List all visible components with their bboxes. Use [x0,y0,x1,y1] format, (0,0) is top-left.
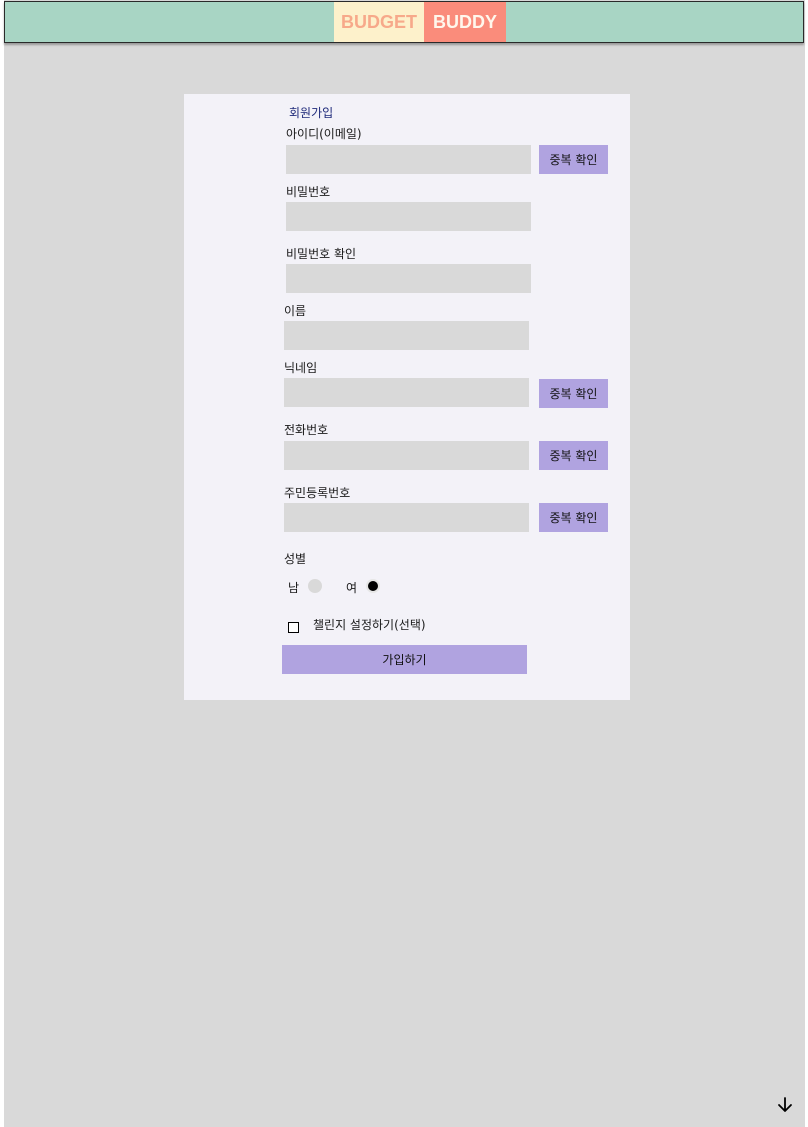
arrow-down-icon[interactable] [775,1095,795,1115]
signup-submit-button[interactable]: 가입하기 [282,645,527,674]
resident-number-label: 주민등록번호 [284,486,351,500]
nickname-input[interactable] [284,378,529,407]
logo-budget[interactable]: BUDGET [334,2,424,42]
id-input[interactable] [286,145,531,174]
form-title: 회원가입 [289,106,334,120]
name-input[interactable] [284,321,529,350]
phone-dup-check-button[interactable]: 중복 확인 [539,441,608,470]
gender-male-label: 남 [288,581,300,595]
password-label: 비밀번호 [286,185,331,199]
gender-female-radio[interactable] [366,579,380,593]
phone-label: 전화번호 [284,423,329,437]
app-header: BUDGET BUDDY [4,1,804,43]
nickname-label: 닉네임 [284,361,318,375]
gender-male-radio[interactable] [308,579,322,593]
gender-female-label: 여 [346,581,358,595]
name-label: 이름 [284,304,307,318]
phone-input[interactable] [284,441,529,470]
gender-label: 성별 [284,552,307,566]
challenge-checkbox[interactable] [288,622,299,633]
password-confirm-label: 비밀번호 확인 [286,247,357,261]
id-label: 아이디(이메일) [286,127,362,141]
id-dup-check-button[interactable]: 중복 확인 [539,145,608,174]
nickname-dup-check-button[interactable]: 중복 확인 [539,379,608,408]
password-confirm-input[interactable] [286,264,531,293]
challenge-label: 챌린지 설정하기(선택) [313,618,426,632]
resident-number-input[interactable] [284,503,529,532]
logo-buddy[interactable]: BUDDY [424,2,506,42]
resident-dup-check-button[interactable]: 중복 확인 [539,503,608,532]
password-input[interactable] [286,202,531,231]
